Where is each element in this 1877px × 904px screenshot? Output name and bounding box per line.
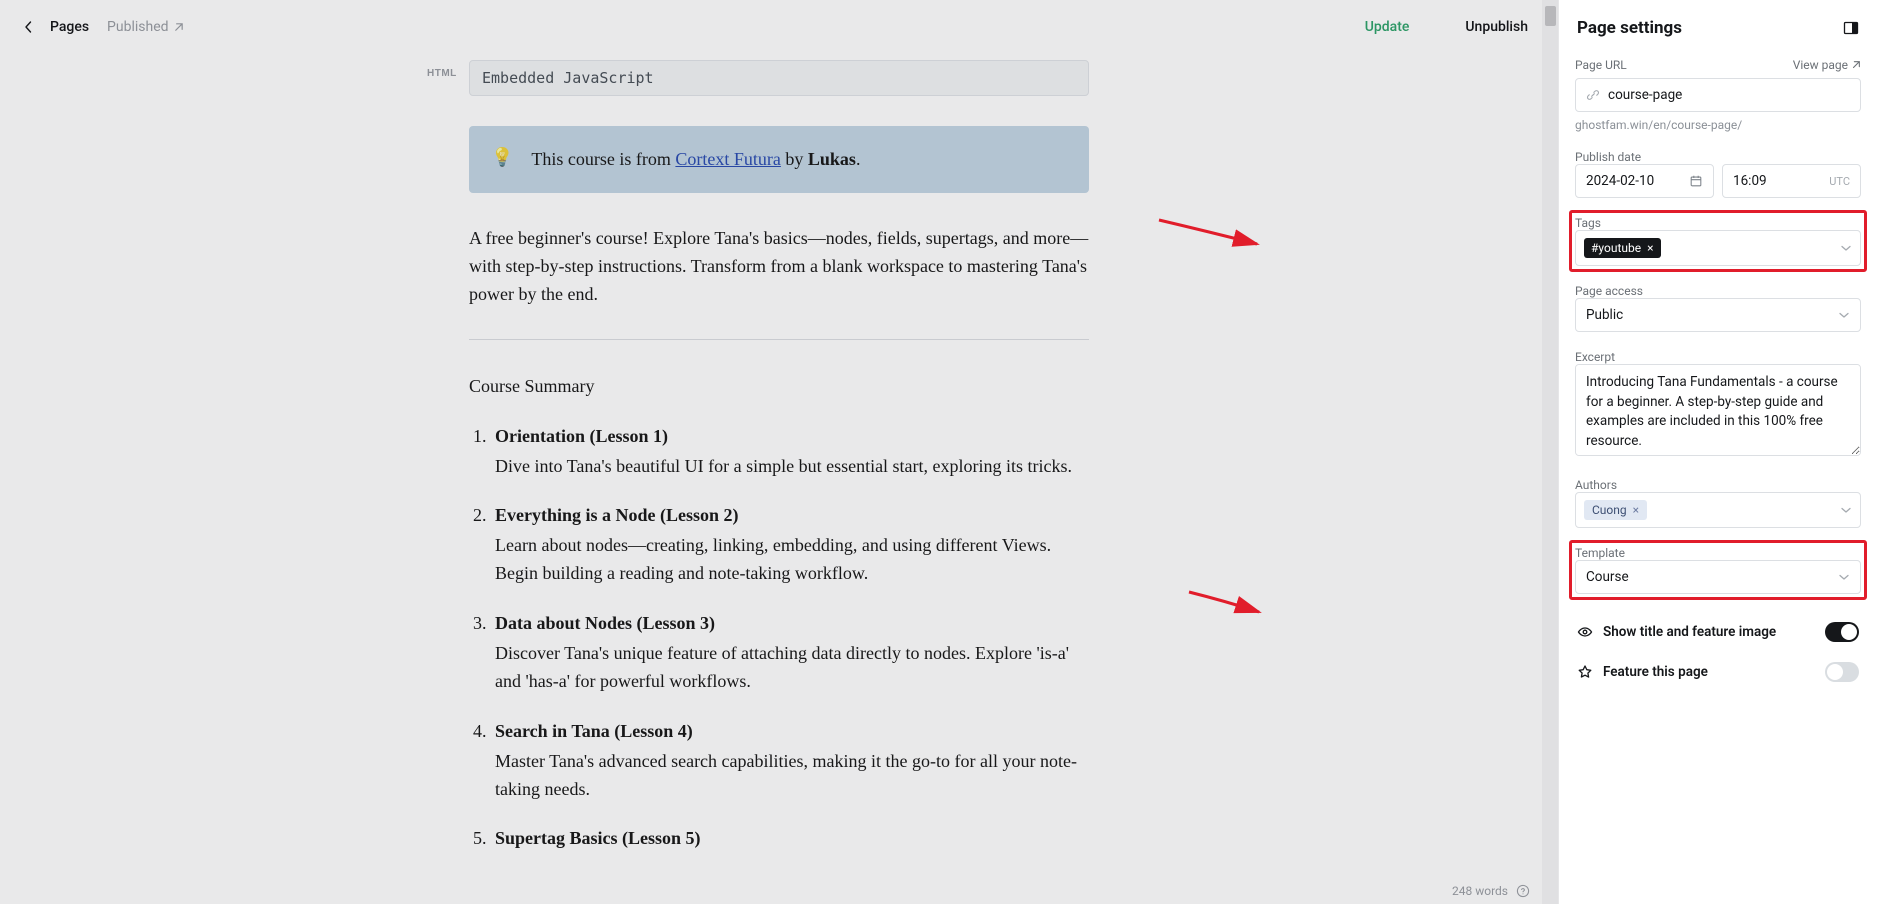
list-item[interactable]: Orientation (Lesson 1) Dive into Tana's …: [491, 423, 1089, 481]
course-list[interactable]: Orientation (Lesson 1) Dive into Tana's …: [469, 423, 1089, 854]
page-url-label: Page URL: [1575, 58, 1627, 72]
page-access-select[interactable]: Public: [1575, 298, 1861, 332]
publish-date-label: Publish date: [1575, 150, 1861, 164]
chevron-down-icon[interactable]: [1840, 504, 1852, 516]
editor-topbar: Pages Published Update Unpublish: [0, 0, 1558, 54]
chevron-left-icon[interactable]: [24, 21, 32, 33]
editor-body: HTML Embedded JavaScript 💡 This course i…: [0, 54, 1558, 904]
lede-paragraph[interactable]: A free beginner's course! Explore Tana's…: [469, 225, 1089, 309]
template-label: Template: [1575, 546, 1861, 560]
update-button[interactable]: Update: [1355, 11, 1420, 43]
excerpt-textarea[interactable]: [1575, 364, 1861, 456]
calendar-icon: [1689, 174, 1703, 188]
excerpt-label: Excerpt: [1575, 350, 1861, 364]
publish-time-input[interactable]: 16:09 UTC: [1722, 164, 1861, 198]
show-title-label: Show title and feature image: [1603, 624, 1776, 640]
view-page-link[interactable]: View page: [1793, 58, 1861, 72]
authors-field: Authors Cuong ×: [1575, 478, 1861, 528]
external-link-icon: [1851, 60, 1861, 70]
back-to-pages-link[interactable]: Pages: [50, 19, 89, 35]
tags-field: Tags #youtube ×: [1575, 216, 1861, 266]
word-count: 248 words: [1452, 884, 1530, 898]
sidebar-collapse-icon[interactable]: [1843, 20, 1859, 36]
show-title-toggle[interactable]: [1825, 622, 1859, 642]
feature-page-toggle[interactable]: [1825, 662, 1859, 682]
list-item[interactable]: Supertag Basics (Lesson 5): [491, 825, 1089, 853]
lightbulb-icon: 💡: [491, 146, 513, 169]
scrollbar[interactable]: [1542, 0, 1558, 904]
publish-date-input[interactable]: 2024-02-10: [1575, 164, 1714, 198]
page-access-label: Page access: [1575, 284, 1861, 298]
publish-date-field: Publish date 2024-02-10 16:09 UTC: [1575, 150, 1861, 198]
list-item[interactable]: Data about Nodes (Lesson 3) Discover Tan…: [491, 610, 1089, 696]
template-value: Course: [1586, 569, 1629, 585]
excerpt-field: Excerpt: [1575, 350, 1861, 460]
chevron-down-icon[interactable]: [1838, 309, 1850, 321]
page-url-input[interactable]: course-page: [1575, 78, 1861, 112]
time-value: 16:09: [1733, 173, 1767, 189]
template-field: Template Course: [1575, 546, 1861, 594]
tag-text: #youtube: [1591, 241, 1641, 255]
tag-chip[interactable]: #youtube ×: [1584, 238, 1661, 258]
scroll-thumb[interactable]: [1545, 6, 1556, 26]
utc-label: UTC: [1829, 175, 1850, 188]
page-access-value: Public: [1586, 307, 1623, 323]
html-embed-card[interactable]: HTML Embedded JavaScript: [469, 60, 1089, 96]
list-item[interactable]: Everything is a Node (Lesson 2) Learn ab…: [491, 502, 1089, 588]
star-icon: [1577, 664, 1593, 680]
external-link-icon: [173, 22, 184, 33]
published-status-label: Published: [107, 19, 168, 35]
template-select[interactable]: Course: [1575, 560, 1861, 594]
eye-icon: [1577, 624, 1593, 640]
tags-label: Tags: [1575, 216, 1861, 230]
callout-block[interactable]: 💡 This course is from Cortext Futura by …: [469, 126, 1089, 193]
page-settings-sidebar: Page settings Page URL View page course-…: [1558, 0, 1877, 904]
link-icon: [1586, 88, 1600, 102]
show-title-toggle-row: Show title and feature image: [1575, 612, 1861, 652]
author-name: Cuong: [1592, 503, 1627, 517]
page-url-full: ghostfam.win/en/course-page/: [1575, 118, 1861, 132]
chevron-down-icon[interactable]: [1840, 242, 1852, 254]
callout-link[interactable]: Cortext Futura: [675, 149, 781, 169]
hr-divider: [469, 339, 1089, 340]
page-url-field: Page URL View page course-page ghostfam.…: [1575, 58, 1861, 132]
html-card-label: HTML: [427, 68, 457, 79]
html-card-text: Embedded JavaScript: [482, 69, 654, 87]
tag-remove-icon[interactable]: ×: [1647, 242, 1653, 254]
help-icon[interactable]: [1516, 884, 1530, 898]
published-status[interactable]: Published: [107, 19, 183, 35]
feature-page-label: Feature this page: [1603, 664, 1708, 680]
list-item[interactable]: Search in Tana (Lesson 4) Master Tana's …: [491, 718, 1089, 804]
author-chip[interactable]: Cuong ×: [1584, 500, 1647, 520]
authors-label: Authors: [1575, 478, 1861, 492]
author-remove-icon[interactable]: ×: [1633, 503, 1639, 517]
chevron-down-icon[interactable]: [1838, 571, 1850, 583]
unpublish-button[interactable]: Unpublish: [1455, 11, 1538, 43]
page-url-value: course-page: [1608, 87, 1850, 103]
course-summary-heading[interactable]: Course Summary: [469, 376, 1089, 397]
authors-input[interactable]: Cuong ×: [1575, 492, 1861, 528]
callout-text: This course is from Cortext Futura by Lu…: [531, 146, 860, 173]
page-access-field: Page access Public: [1575, 284, 1861, 332]
tags-input[interactable]: #youtube ×: [1575, 230, 1861, 266]
feature-page-toggle-row: Feature this page: [1575, 652, 1861, 692]
page-settings-title: Page settings: [1577, 18, 1682, 38]
date-value: 2024-02-10: [1586, 173, 1654, 189]
